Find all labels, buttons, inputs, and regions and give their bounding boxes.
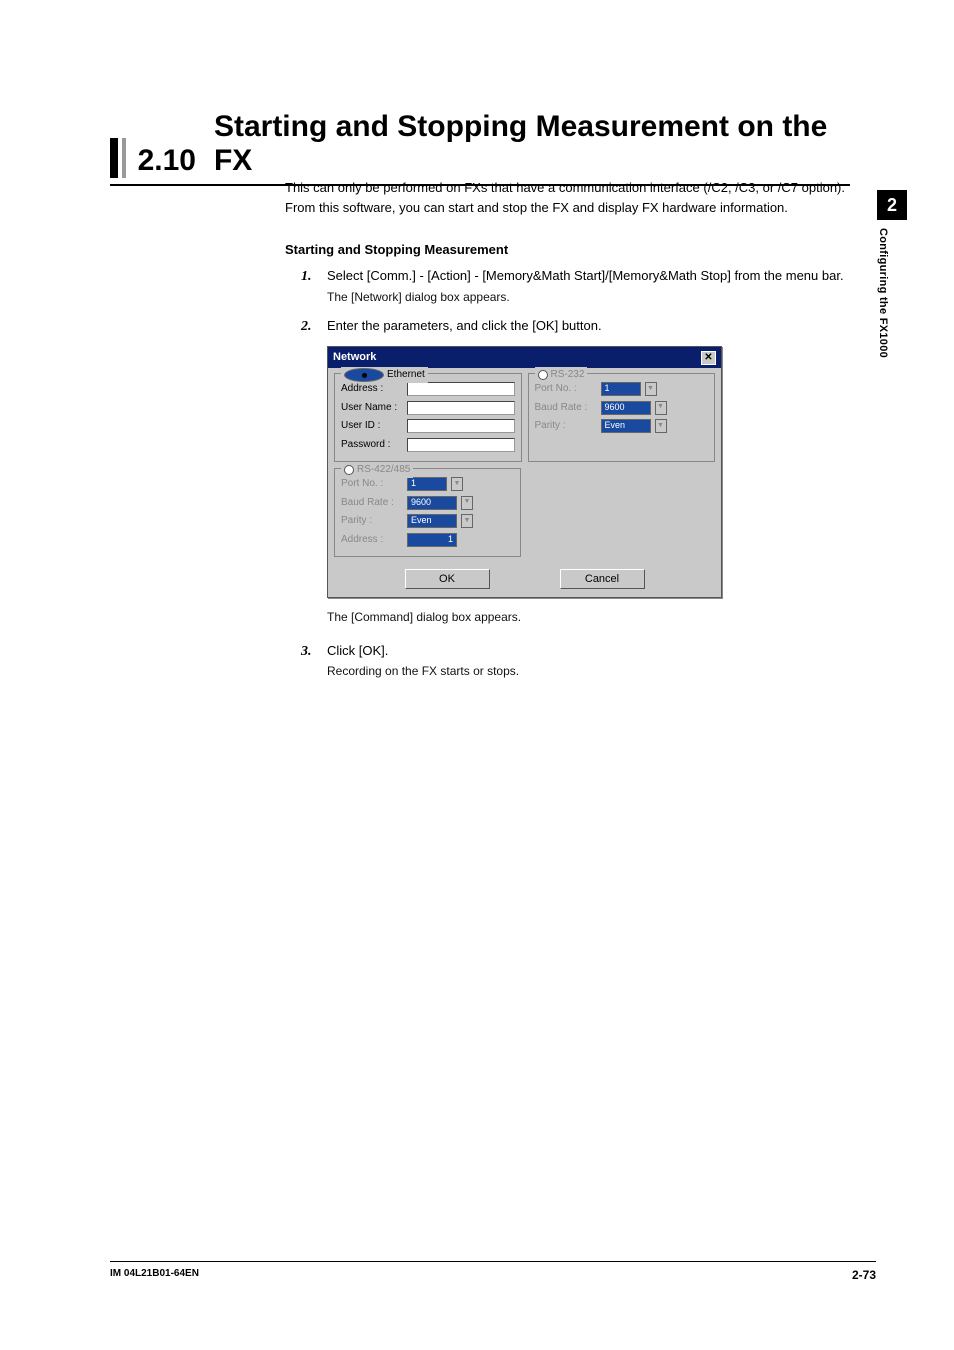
field-label: Address : (341, 381, 403, 397)
step-subtext: Recording on the FX starts or stops. (327, 662, 845, 681)
page-footer: IM 04L21B01-64EN 2-73 (110, 1261, 876, 1282)
field-label: Parity : (341, 513, 403, 529)
field-label: User ID : (341, 418, 403, 434)
userid-input[interactable] (407, 419, 515, 433)
field-label: Password : (341, 437, 403, 453)
heading-stripe-thin (122, 138, 126, 178)
baud-select[interactable]: 9600 (407, 496, 457, 510)
step-text: Select [Comm.] - [Action] - [Memory&Math… (327, 266, 845, 286)
field-label: User Name : (341, 400, 403, 416)
section-title: Starting and Stopping Measurement on the… (214, 110, 850, 178)
page-number: 2-73 (852, 1268, 876, 1282)
parity-select[interactable]: Even (601, 419, 651, 433)
baud-select[interactable]: 9600 (601, 401, 651, 415)
step-subtext: The [Network] dialog box appears. (327, 288, 845, 307)
radio-rs232[interactable]: RS-232 (535, 367, 588, 383)
step-1: 1. Select [Comm.] - [Action] - [Memory&M… (285, 266, 845, 306)
parity-select[interactable]: Even (407, 514, 457, 528)
after-dialog-note: The [Command] dialog box appears. (285, 608, 845, 627)
chevron-down-icon[interactable]: ▼ (461, 496, 473, 510)
step-text: Enter the parameters, and click the [OK]… (327, 316, 845, 336)
group-legend-text: Ethernet (387, 367, 425, 383)
intro-paragraph: This can only be performed on FXs that h… (285, 178, 845, 218)
group-legend-text: RS-422/485 (357, 462, 410, 478)
chapter-side-tab: 2 Configuring the FX1000 (877, 190, 907, 358)
step-number: 1. (301, 266, 312, 288)
doc-id: IM 04L21B01-64EN (110, 1268, 199, 1282)
note-text: The [Command] dialog box appears. (327, 608, 845, 627)
chevron-down-icon[interactable]: ▼ (645, 382, 657, 396)
chapter-number-badge: 2 (877, 190, 907, 220)
dialog-title-text: Network (333, 349, 376, 366)
radio-rs422[interactable]: RS-422/485 (341, 462, 413, 478)
dialog-titlebar: Network ✕ (328, 347, 721, 368)
close-icon[interactable]: ✕ (701, 351, 716, 365)
step-3: 3. Click [OK]. Recording on the FX start… (285, 641, 845, 681)
password-input[interactable] (407, 438, 515, 452)
chevron-down-icon[interactable]: ▼ (655, 401, 667, 415)
chevron-down-icon[interactable]: ▼ (461, 514, 473, 528)
radio-icon (344, 465, 354, 475)
chapter-label: Configuring the FX1000 (877, 220, 889, 358)
chevron-down-icon[interactable]: ▼ (655, 419, 667, 433)
address-input[interactable] (407, 382, 515, 396)
dialog-body: Ethernet Address : User Name : User ID :… (328, 368, 721, 597)
radio-icon (344, 368, 384, 382)
group-rs232: RS-232 Port No. :1▼ Baud Rate :9600▼ Par… (528, 373, 716, 462)
cancel-button[interactable]: Cancel (560, 569, 645, 589)
step-number: 3. (301, 641, 312, 663)
port-select[interactable]: 1 (601, 382, 641, 396)
port-select[interactable]: 1 (407, 477, 447, 491)
field-label: Parity : (535, 418, 597, 434)
radio-icon (538, 370, 548, 380)
ok-button[interactable]: OK (405, 569, 490, 589)
section-heading: 2.10 Starting and Stopping Measurement o… (110, 110, 850, 186)
chevron-down-icon[interactable]: ▼ (451, 477, 463, 491)
body-content: This can only be performed on FXs that h… (285, 178, 845, 691)
address-select[interactable]: 1 (407, 533, 457, 547)
group-ethernet: Ethernet Address : User Name : User ID :… (334, 373, 522, 462)
field-label: Port No. : (341, 476, 403, 492)
field-label: Baud Rate : (341, 495, 403, 511)
step-number: 2. (301, 316, 312, 338)
step-text: Click [OK]. (327, 641, 845, 661)
username-input[interactable] (407, 401, 515, 415)
field-label: Baud Rate : (535, 400, 597, 416)
step-2: 2. Enter the parameters, and click the [… (285, 316, 845, 336)
radio-ethernet[interactable]: Ethernet (341, 367, 428, 383)
field-label: Port No. : (535, 381, 597, 397)
field-label: Address : (341, 532, 403, 548)
heading-stripe (110, 138, 118, 178)
network-dialog: Network ✕ Ethernet Address : User Name :… (327, 346, 722, 598)
section-number: 2.10 (138, 144, 196, 178)
page: 2 Configuring the FX1000 2.10 Starting a… (0, 0, 954, 1350)
group-legend-text: RS-232 (551, 367, 585, 383)
subheading: Starting and Stopping Measurement (285, 240, 845, 260)
group-rs422: RS-422/485 Port No. :1▼ Baud Rate :9600▼… (334, 468, 521, 557)
